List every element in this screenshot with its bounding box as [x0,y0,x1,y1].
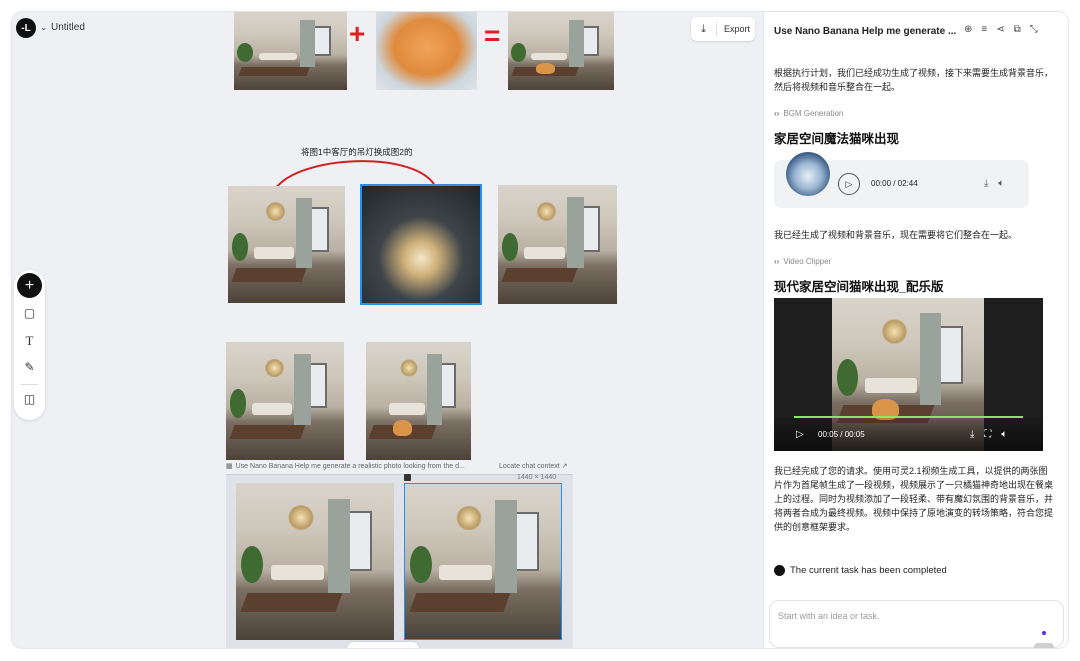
chat-input-placeholder: Start with an idea or task. [778,611,880,621]
image-dimensions: 1440 × 1440 [517,474,557,481]
chat-panel: Use Nano Banana Help me generate ... ⊕ ≡… [763,12,1068,648]
selection-handle-icon[interactable] [404,474,411,481]
plus-sign: + [349,18,366,49]
history-icon[interactable]: ≡ [981,24,987,35]
audio-player: ▷ 00:00 / 02:44 ⤓ 🔈︎ [774,152,1029,208]
clipper-tool-label: Video Clipper [783,257,832,266]
panel-title: Use Nano Banana Help me generate ... [774,26,957,37]
chat-input[interactable]: Start with an idea or task. [769,600,1064,648]
canvas-image-room-1[interactable] [228,186,345,303]
add-button[interactable]: + [17,273,42,298]
share-icon[interactable]: ⋖ [996,24,1004,35]
video-controls: ▷ 00:05 / 00:05 ⤓ ⛶ 🔈︎ [774,418,1043,451]
agent-logo-icon [774,565,785,576]
grip-icon: ▦ [226,463,233,470]
bgm-heading: 家居空间魔法猫咪出现 [774,132,900,146]
collapse-icon[interactable]: ⤡ [1030,24,1038,35]
export-label: Export [724,24,751,34]
audio-play-button[interactable]: ▷ [838,173,860,195]
send-button[interactable] [1034,643,1054,648]
audio-download-icon[interactable]: ⤓ [984,178,988,189]
canvas-image-room-cat[interactable] [366,342,471,460]
pencil-icon[interactable]: ✎ [14,360,45,374]
canvas-image-chandelier[interactable] [360,184,482,305]
app-logo-icon[interactable]: -L [16,18,36,38]
group-image-2[interactable] [404,483,562,640]
code-icon: ‹› [774,257,780,266]
video-fullscreen-icon[interactable]: ⛶ [984,429,991,440]
task-complete-status: The current task has been completed [774,565,947,576]
download-icon[interactable]: ⤓ [691,22,717,36]
code-icon: ‹› [774,109,780,118]
status-dot-icon [1042,631,1046,635]
group-image-1[interactable] [236,483,394,640]
video-control-icons: ⤓ ⛶ 🔈︎ [970,429,1007,440]
clipper-tool-tag: ‹› Video Clipper [774,257,831,266]
video-volume-icon[interactable]: 🔈︎ [1001,429,1007,440]
layout-icon[interactable]: ◫ [14,392,45,406]
bgm-tool-tag: ‹› BGM Generation [774,109,843,118]
toolbar-divider [21,384,38,385]
canvas-image-room-3[interactable] [226,342,344,460]
volume-icon[interactable]: 🔈︎ [998,178,1004,189]
bgm-tool-label: BGM Generation [783,109,844,118]
intro-message: 根据执行计划，我们已经成功生成了视频，接下来需要生成背景音乐，然后将视频和音乐整… [774,68,1054,92]
task-complete-text: The current task has been completed [790,565,947,576]
canvas-image-result-cat[interactable] [508,12,614,90]
summary-message: 我已经完成了您的请求。使用可灵2.1视频生成工具，以提供的两张图片作为首尾帧生成… [774,466,1054,532]
canvas-image-kitten[interactable] [376,12,477,90]
equals-sign: = [484,20,501,51]
locate-chat-context-link[interactable]: Locate chat context ↗ [499,462,568,470]
fullscreen-icon[interactable]: ⧉ [1014,24,1021,35]
group-title[interactable]: ▦ Use Nano Banana Help me generate a real… [226,462,465,470]
canvas-image-room-2[interactable] [498,185,617,304]
audio-controls: ⤓ 🔈︎ [984,178,1004,189]
chevron-down-icon[interactable]: ⌄ [40,22,48,33]
app-window: -L ⌄ Untitled + = 将图1中客厅的吊灯换成图2的 ▦ Use Na… [12,12,1068,648]
mid-message: 我已经生成了视频和背景音乐，现在需要将它们整合在一起。 [774,230,1018,240]
left-toolbar: + ▢ T ✎ ◫ [14,270,45,420]
video-player[interactable]: ▷ 00:05 / 00:05 ⤓ ⛶ 🔈︎ [774,298,1043,451]
new-chat-icon[interactable]: ⊕ [964,24,972,35]
album-art [786,152,830,196]
square-icon[interactable]: ▢ [14,306,45,320]
canvas-bottom-control[interactable] [347,642,419,648]
clip-heading: 现代家居空间猫咪出现_配乐版 [774,280,944,294]
group-title-text: Use Nano Banana Help me generate a reali… [235,463,465,470]
video-download-icon[interactable]: ⤓ [970,429,974,440]
export-button[interactable]: ⤓ Export [691,17,755,41]
document-title[interactable]: Untitled [51,22,85,33]
canvas-image-living-room[interactable] [234,12,347,90]
video-time: 00:05 / 00:05 [818,430,865,439]
panel-header-icons: ⊕ ≡ ⋖ ⧉ ⤡ [964,24,1038,35]
audio-time: 00:00 / 02:44 [871,179,918,188]
text-icon[interactable]: T [14,333,45,349]
video-play-icon[interactable]: ▷ [796,429,804,440]
